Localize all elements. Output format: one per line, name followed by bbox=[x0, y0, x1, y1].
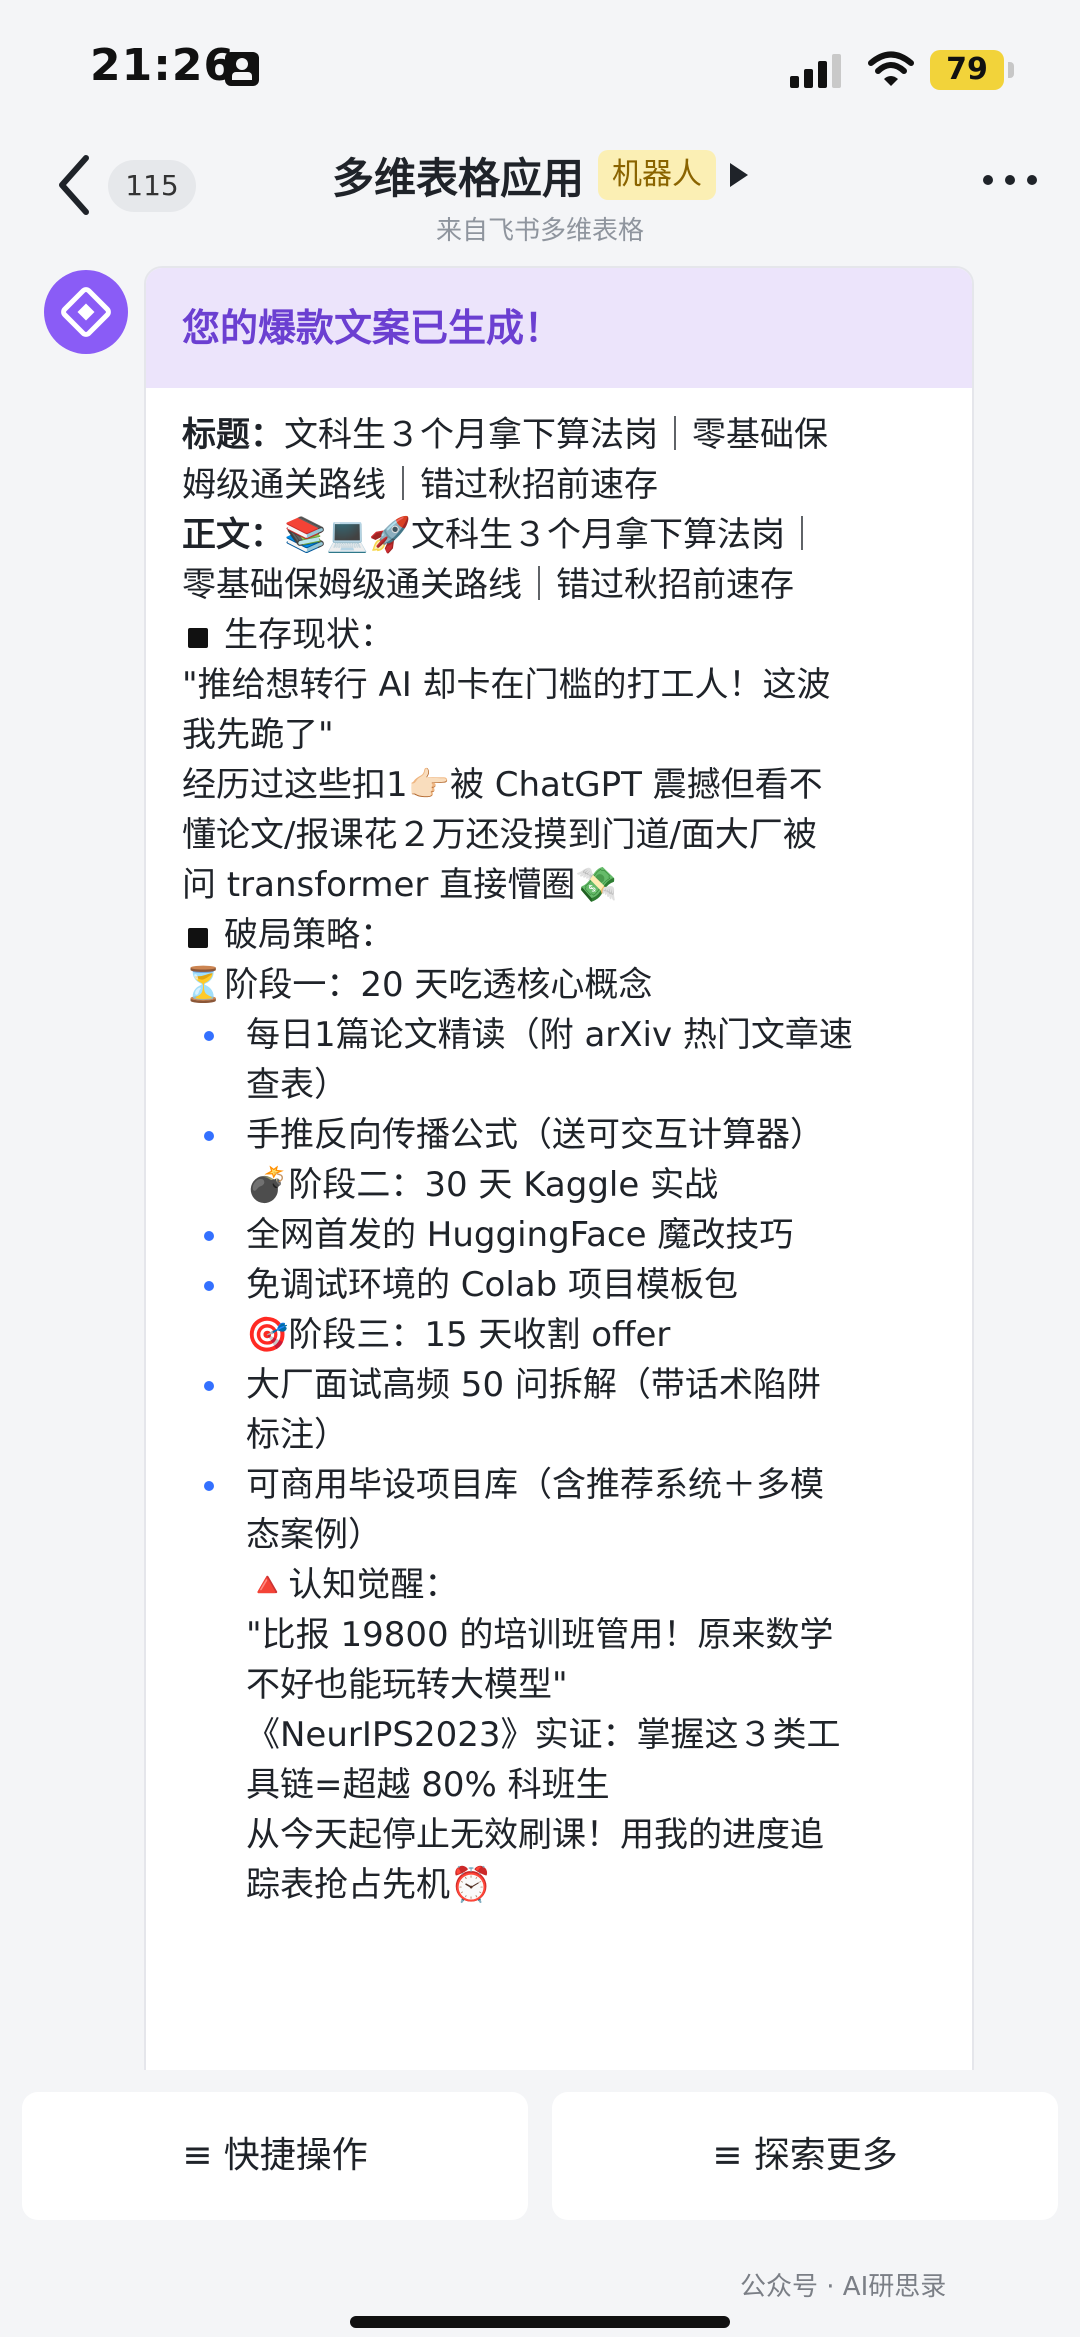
message-line: 零基础保姆级通关路线｜错过秋招前速存 bbox=[182, 560, 936, 610]
message-line: 懂论文/报课花２万还没摸到门道/面大厂被 bbox=[182, 810, 936, 860]
line-text: 查表） bbox=[246, 1065, 348, 1105]
line-text: 🔺认知觉醒： bbox=[246, 1565, 459, 1605]
home-indicator[interactable] bbox=[350, 2316, 730, 2328]
line-text: 我先跪了" bbox=[182, 715, 334, 755]
message-line: 姆级通关路线｜错过秋招前速存 bbox=[182, 460, 936, 510]
line-text: 可商用毕设项目库（含推荐系统＋多模 bbox=[246, 1465, 824, 1505]
message-line: 不好也能玩转大模型" bbox=[182, 1660, 936, 1710]
message-line: 🔺认知觉醒： bbox=[182, 1560, 936, 1610]
line-text: ⏳阶段一：20 天吃透核心概念 bbox=[182, 965, 653, 1005]
chat-title[interactable]: 多维表格应用 bbox=[332, 145, 584, 206]
line-text: 免调试环境的 Colab 项目模板包 bbox=[246, 1265, 739, 1305]
line-text: 文科生３个月拿下算法岗｜零基础保 bbox=[284, 415, 828, 455]
bottom-action-bar: ≡ 快捷操作 ≡ 探索更多 公众号 · AI研思录 bbox=[0, 2070, 1080, 2337]
status-time: 21:26 bbox=[90, 40, 236, 91]
message-line: "推给想转行 AI 却卡在门槛的打工人！这波 bbox=[182, 660, 936, 710]
message-line: 标题：文科生３个月拿下算法岗｜零基础保 bbox=[182, 410, 936, 460]
explore-more-button[interactable]: ≡ 探索更多 bbox=[552, 2092, 1058, 2220]
line-text: 💣阶段二：30 天 Kaggle 实战 bbox=[246, 1165, 719, 1205]
line-text: "比报 19800 的培训班管用！原来数学 bbox=[246, 1615, 834, 1655]
line-text: 零基础保姆级通关路线｜错过秋招前速存 bbox=[182, 565, 794, 605]
message-line: 💣阶段二：30 天 Kaggle 实战 bbox=[182, 1160, 936, 1210]
message-line: 🎯阶段三：15 天收割 offer bbox=[182, 1310, 936, 1360]
bot-avatar[interactable] bbox=[44, 270, 128, 354]
line-text: 踪表抢占先机⏰ bbox=[246, 1865, 493, 1905]
field-label: 标题： bbox=[182, 415, 284, 455]
chat-title-row: 多维表格应用 机器人 bbox=[0, 140, 1080, 210]
message-line: 标注） bbox=[182, 1410, 936, 1460]
wifi-icon bbox=[868, 51, 914, 86]
message-line: 免调试环境的 Colab 项目模板包 bbox=[182, 1260, 936, 1310]
message-line: 查表） bbox=[182, 1060, 936, 1110]
line-text: 从今天起停止无效刷课！用我的进度追 bbox=[246, 1815, 824, 1855]
cellular-signal-icon bbox=[790, 54, 841, 88]
message-line: 问 transformer 直接懵圈💸 bbox=[182, 860, 936, 910]
status-bar: 21:26 79 bbox=[0, 0, 1080, 140]
line-text: "推给想转行 AI 却卡在门槛的打工人！这波 bbox=[182, 665, 831, 705]
chat-screen: 21:26 79 115 多维表格应用 机器人 来自飞书多维表格 您的爆款文案已… bbox=[0, 0, 1080, 2337]
bot-badge: 机器人 bbox=[598, 150, 716, 200]
more-options-icon[interactable] bbox=[980, 170, 1040, 190]
line-text: 问 transformer 直接懵圈💸 bbox=[182, 865, 618, 905]
line-text: 大厂面试高频 50 问拆解（带话术陷阱 bbox=[246, 1365, 821, 1405]
black-square-icon bbox=[188, 628, 208, 648]
line-text: 懂论文/报课花２万还没摸到门道/面大厂被 bbox=[182, 815, 817, 855]
message-line: 我先跪了" bbox=[182, 710, 936, 760]
line-text: 破局策略： bbox=[224, 915, 394, 955]
message-line: 经历过这些扣1👉🏻被 ChatGPT 震撼但看不 bbox=[182, 760, 936, 810]
line-text: 经历过这些扣1👉🏻被 ChatGPT 震撼但看不 bbox=[182, 765, 823, 805]
line-text: 每日1篇论文精读（附 arXiv 热门文章速 bbox=[246, 1015, 853, 1055]
line-text: 态案例） bbox=[246, 1515, 382, 1555]
chat-subtitle: 来自飞书多维表格 bbox=[435, 216, 644, 246]
message-line: ⏳阶段一：20 天吃透核心概念 bbox=[182, 960, 936, 1010]
field-label: 正文： bbox=[182, 515, 284, 555]
card-body: 标题：文科生３个月拿下算法岗｜零基础保 姆级通关路线｜错过秋招前速存 正文：📚💻🚀文… bbox=[146, 388, 972, 1910]
message-line: 从今天起停止无效刷课！用我的进度追 bbox=[182, 1810, 936, 1860]
battery-tip bbox=[1008, 62, 1014, 78]
message-line: 可商用毕设项目库（含推荐系统＋多模 bbox=[182, 1460, 936, 1510]
message-line: 破局策略： bbox=[182, 910, 936, 960]
black-square-icon bbox=[188, 928, 208, 948]
message-line: 正文：📚💻🚀文科生３个月拿下算法岗｜ bbox=[182, 510, 936, 560]
message-line: 生存现状： bbox=[182, 610, 936, 660]
message-line: 全网首发的 HuggingFace 魔改技巧 bbox=[182, 1210, 936, 1260]
play-triangle-icon[interactable] bbox=[730, 163, 748, 187]
chat-header: 115 多维表格应用 机器人 来自飞书多维表格 bbox=[0, 140, 1080, 260]
message-line: 手推反向传播公式（送可交互计算器） bbox=[182, 1110, 936, 1160]
message-line: 踪表抢占先机⏰ bbox=[182, 1860, 936, 1910]
battery-indicator: 79 bbox=[930, 50, 1004, 90]
line-text: 生存现状： bbox=[224, 615, 394, 655]
card-header: 您的爆款文案已生成！ bbox=[146, 268, 972, 388]
bot-logo-icon bbox=[61, 287, 111, 337]
message-line: 大厂面试高频 50 问拆解（带话术陷阱 bbox=[182, 1360, 936, 1410]
line-text: 📚💻🚀文科生３个月拿下算法岗｜ bbox=[284, 515, 820, 555]
line-text: 🎯阶段三：15 天收割 offer bbox=[246, 1315, 671, 1355]
message-line: 每日1篇论文精读（附 arXiv 热门文章速 bbox=[182, 1010, 936, 1060]
line-text: 姆级通关路线｜错过秋招前速存 bbox=[182, 465, 658, 505]
message-card: 您的爆款文案已生成！ 标题：文科生３个月拿下算法岗｜零基础保姆级通关路线｜错过秋… bbox=[144, 266, 974, 2096]
line-text: 具链=超越 80% 科班生 bbox=[246, 1765, 610, 1805]
line-text: 《NeurIPS2023》实证：掌握这３类工 bbox=[246, 1715, 841, 1755]
contact-card-icon bbox=[225, 52, 259, 86]
line-text: 不好也能玩转大模型" bbox=[246, 1665, 568, 1705]
line-text: 标注） bbox=[246, 1415, 348, 1455]
line-text: 手推反向传播公式（送可交互计算器） bbox=[246, 1115, 824, 1155]
line-text: 全网首发的 HuggingFace 魔改技巧 bbox=[246, 1215, 794, 1255]
watermark-text: 公众号 · AI研思录 bbox=[740, 2272, 947, 2302]
quick-actions-button[interactable]: ≡ 快捷操作 bbox=[22, 2092, 528, 2220]
message-line: "比报 19800 的培训班管用！原来数学 bbox=[182, 1610, 936, 1660]
message-line: 具链=超越 80% 科班生 bbox=[182, 1760, 936, 1810]
message-line: 态案例） bbox=[182, 1510, 936, 1560]
message-line: 《NeurIPS2023》实证：掌握这３类工 bbox=[182, 1710, 936, 1760]
